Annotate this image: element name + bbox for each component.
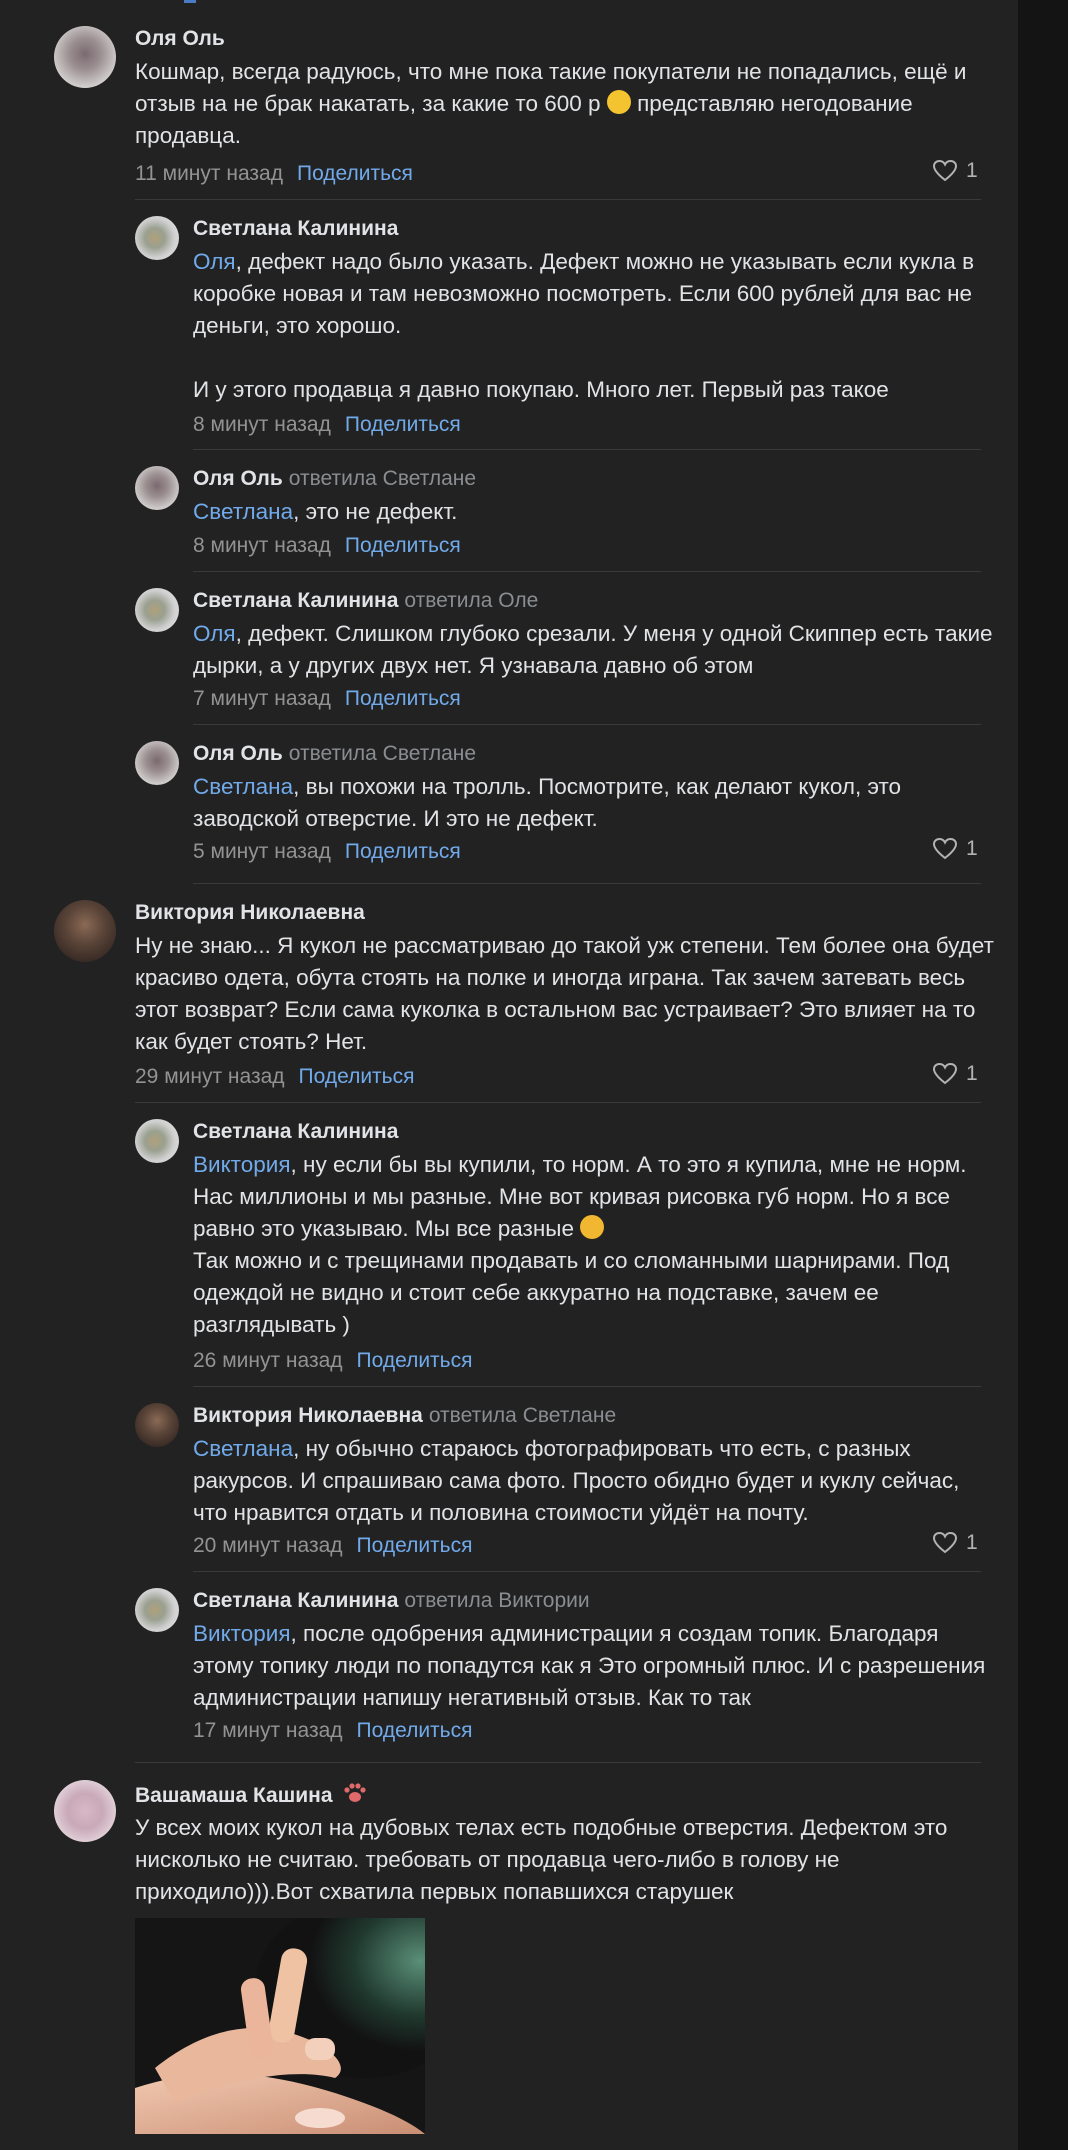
- comment-time[interactable]: 11 минут назад: [135, 162, 283, 185]
- comment-text-paragraph: И у этого продавца я давно покупаю. Мног…: [193, 377, 889, 402]
- divider: [193, 449, 981, 450]
- comment-text: Светлана, это не дефект.: [193, 499, 458, 524]
- comment-author[interactable]: Оля Оль ответила Светлане: [193, 467, 476, 491]
- comment-time[interactable]: 29 минут назад: [135, 1065, 285, 1088]
- paw-badge-icon: [344, 1783, 366, 1802]
- avatar[interactable]: [135, 466, 179, 510]
- like-count: 1: [966, 837, 978, 860]
- top-edge-accent: [184, 0, 196, 3]
- divider: [193, 1571, 981, 1572]
- avatar[interactable]: [135, 1588, 179, 1632]
- share-link[interactable]: Поделиться: [297, 162, 413, 185]
- comment-meta: 29 минут назад Поделиться: [135, 1065, 414, 1089]
- avatar[interactable]: [135, 1403, 179, 1447]
- divider: [135, 199, 981, 200]
- comment-text: Ну не знаю... Я кукол не рассматриваю до…: [135, 933, 994, 1054]
- share-link[interactable]: Поделиться: [357, 1719, 473, 1742]
- comment-author[interactable]: Светлана Калинина ответила Оле: [193, 589, 538, 613]
- comment-time[interactable]: 20 минут назад: [193, 1534, 343, 1557]
- divider: [135, 1102, 981, 1103]
- smiling-face-emoji: [606, 90, 631, 114]
- share-link[interactable]: Поделиться: [357, 1534, 473, 1557]
- divider: [193, 883, 981, 884]
- avatar[interactable]: [135, 741, 179, 785]
- like-button[interactable]: 1: [932, 1531, 978, 1555]
- heart-icon: [932, 1531, 958, 1554]
- comment-text: Светлана, вы похожи на тролль. Посмотрит…: [193, 774, 902, 831]
- avatar[interactable]: [54, 26, 116, 88]
- heart-icon: [932, 1062, 958, 1085]
- comment-text: Кошмар, всегда радуюсь, что мне пока так…: [135, 59, 967, 148]
- like-count: 1: [966, 1531, 978, 1554]
- hugging-face-emoji: [580, 1215, 605, 1239]
- share-link[interactable]: Поделиться: [345, 687, 461, 710]
- like-button[interactable]: 1: [932, 837, 978, 861]
- comment-text: У всех моих кукол на дубовых телах есть …: [135, 1815, 948, 1904]
- mention-link[interactable]: Виктория: [193, 1621, 291, 1646]
- comment-text: Оля, дефект. Слишком глубоко срезали. У …: [193, 621, 993, 678]
- comment-time[interactable]: 5 минут назад: [193, 840, 331, 863]
- comment-meta: 17 минут назад Поделиться: [193, 1719, 472, 1743]
- mention-link[interactable]: Оля: [193, 249, 236, 274]
- comment-meta: 5 минут назад Поделиться: [193, 840, 461, 864]
- comment-meta: 7 минут назад Поделиться: [193, 687, 461, 711]
- comment-author[interactable]: Оля Оль: [135, 27, 225, 51]
- attached-photo[interactable]: [135, 1918, 425, 2134]
- like-button[interactable]: 1: [932, 1062, 978, 1086]
- avatar[interactable]: [135, 1119, 179, 1163]
- comment-time[interactable]: 26 минут назад: [193, 1349, 343, 1372]
- divider: [193, 1386, 981, 1387]
- comment-time[interactable]: 8 минут назад: [193, 534, 331, 557]
- mention-link[interactable]: Светлана: [193, 1436, 293, 1461]
- comment-text: Виктория, ну если бы вы купили, то норм.…: [193, 1152, 967, 1241]
- comment-text: Оля, дефект надо было указать. Дефект мо…: [193, 249, 975, 338]
- comment-text: Светлана, ну обычно стараюсь фотографиро…: [193, 1436, 960, 1525]
- avatar[interactable]: [135, 588, 179, 632]
- share-link[interactable]: Поделиться: [357, 1349, 473, 1372]
- share-link[interactable]: Поделиться: [299, 1065, 415, 1088]
- avatar[interactable]: [54, 900, 116, 962]
- doll-hand-photo: [135, 1918, 425, 2134]
- comment-author[interactable]: Виктория Николаевна: [135, 901, 365, 925]
- comment-time[interactable]: 8 минут назад: [193, 413, 331, 436]
- comment-meta: 11 минут назад Поделиться: [135, 162, 413, 186]
- comment-time[interactable]: 17 минут назад: [193, 1719, 343, 1742]
- comment-text: Виктория, после одобрения администрации …: [193, 1621, 986, 1710]
- comment-meta: 20 минут назад Поделиться: [193, 1534, 472, 1558]
- like-count: 1: [966, 1062, 978, 1085]
- comment-meta: 26 минут назад Поделиться: [193, 1349, 472, 1373]
- share-link[interactable]: Поделиться: [345, 840, 461, 863]
- mention-link[interactable]: Светлана: [193, 499, 293, 524]
- divider: [135, 1762, 981, 1763]
- divider: [193, 724, 981, 725]
- comment-author[interactable]: Светлана Калинина: [193, 217, 398, 241]
- heart-icon: [932, 159, 958, 182]
- comment-author[interactable]: Оля Оль ответила Светлане: [193, 742, 476, 766]
- heart-icon: [932, 837, 958, 860]
- mention-link[interactable]: Виктория: [193, 1152, 291, 1177]
- share-link[interactable]: Поделиться: [345, 534, 461, 557]
- avatar[interactable]: [135, 216, 179, 260]
- avatar[interactable]: [54, 1780, 116, 1842]
- share-link[interactable]: Поделиться: [345, 413, 461, 436]
- mention-link[interactable]: Оля: [193, 621, 236, 646]
- comment-meta: 8 минут назад Поделиться: [193, 413, 461, 437]
- divider: [193, 571, 981, 572]
- comment-author[interactable]: Вашамаша Кашина: [135, 1782, 368, 1808]
- comment-author[interactable]: Светлана Калинина ответила Виктории: [193, 1589, 590, 1613]
- comment-author[interactable]: Виктория Николаевна ответила Светлане: [193, 1404, 616, 1428]
- like-button[interactable]: 1: [932, 159, 978, 183]
- comment-text-paragraph: Так можно и с трещинами продавать и со с…: [193, 1248, 950, 1337]
- comment-author[interactable]: Светлана Калинина: [193, 1120, 398, 1144]
- like-count: 1: [966, 159, 978, 182]
- comment-meta: 8 минут назад Поделиться: [193, 534, 461, 558]
- comment-time[interactable]: 7 минут назад: [193, 687, 331, 710]
- mention-link[interactable]: Светлана: [193, 774, 293, 799]
